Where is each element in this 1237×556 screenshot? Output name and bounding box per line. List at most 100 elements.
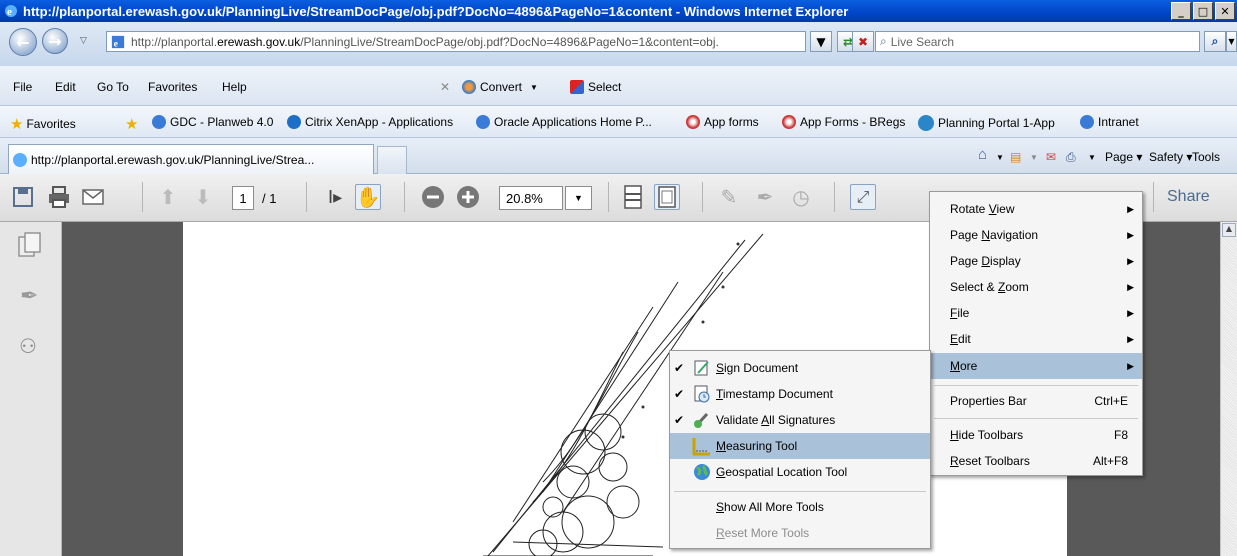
hand-tool-icon[interactable]: ✋ — [355, 184, 381, 210]
print-dropdown-icon[interactable]: ▼ — [1088, 153, 1096, 162]
menu-item-measuring-tool[interactable]: Measuring Tool — [670, 433, 930, 459]
label-accelerator: M — [950, 359, 960, 373]
page-thumbnails-icon[interactable] — [18, 232, 42, 261]
menu-item-show-all-more-tools[interactable]: Show All More Tools — [670, 494, 930, 520]
zoom-out-icon[interactable] — [420, 184, 446, 210]
menu-item-file[interactable]: File ▶ — [930, 300, 1142, 326]
print-icon[interactable] — [46, 184, 72, 210]
label-accelerator: R — [950, 454, 959, 468]
expand-icon[interactable]: ⤢ — [850, 184, 876, 210]
feeds-dropdown-icon[interactable]: ▼ — [1030, 153, 1038, 162]
maximize-button[interactable]: □ — [1193, 2, 1213, 20]
home-icon[interactable]: ⌂ — [978, 146, 987, 163]
magnifier-icon: ⌕ — [1211, 34, 1219, 48]
forward-button[interactable]: → — [42, 28, 68, 54]
menu-file[interactable]: File — [13, 80, 32, 94]
internet-explorer-icon: e — [5, 5, 17, 18]
scroll-up-arrow-icon[interactable]: ▲ — [1222, 223, 1236, 237]
next-page-icon[interactable]: ⬇ — [190, 184, 216, 210]
mail-icon[interactable]: ✉ — [1046, 150, 1056, 164]
fav-planning-portal[interactable]: Planning Portal 1-App — [918, 115, 1055, 131]
menu-item-geospatial-location-tool[interactable]: Geospatial Location Tool — [670, 459, 930, 485]
menu-item-reset-toolbars[interactable]: Reset Toolbars Alt+F8 — [930, 448, 1142, 474]
menu-edit[interactable]: Edit — [55, 80, 76, 94]
close-window-button[interactable]: ✕ — [1215, 2, 1235, 20]
page-number-input[interactable]: 1 — [232, 186, 254, 210]
url-domain: erewash.gov.uk — [217, 34, 301, 49]
submenu-arrow-icon: ▶ — [1127, 255, 1134, 266]
fav-app-forms-bregs[interactable]: App Forms - BRegs — [782, 115, 905, 129]
page-menu-label: Page — [1105, 150, 1134, 164]
tab-title: http://planportal.erewash.gov.uk/Plannin… — [31, 152, 315, 167]
address-dropdown-button[interactable]: ▼ — [810, 31, 832, 52]
convert-button[interactable]: Convert ▼ — [462, 80, 538, 94]
menu-item-reset-more-tools: Reset More Tools — [670, 520, 930, 546]
menu-separator — [934, 385, 1138, 386]
page-total: / 1 — [262, 191, 277, 206]
select-button[interactable]: Select — [570, 80, 621, 94]
timestamp-icon[interactable]: ◷ — [788, 184, 814, 210]
zoom-in-icon[interactable] — [455, 184, 481, 210]
search-go-button[interactable]: ⌕ — [1204, 31, 1226, 52]
fav-label: Planning Portal 1-App — [938, 116, 1055, 130]
save-icon[interactable] — [10, 184, 36, 210]
label-part: ide Toolbars — [958, 428, 1024, 442]
menu-item-properties-bar[interactable]: Properties Bar Ctrl+E — [930, 388, 1142, 414]
menu-item-hide-toolbars[interactable]: Hide Toolbars F8 — [930, 422, 1142, 448]
previous-page-icon[interactable]: ⬆ — [155, 184, 181, 210]
feeds-icon[interactable]: ▤ — [1010, 150, 1021, 164]
share-button[interactable]: Share — [1167, 188, 1210, 206]
fit-width-icon[interactable] — [620, 184, 646, 210]
sign-document-icon[interactable]: ✎ — [716, 184, 742, 210]
stop-icon: ✖ — [857, 34, 869, 49]
zoom-dropdown-button[interactable]: ▼ — [565, 186, 592, 210]
home-dropdown-icon[interactable]: ▼ — [996, 153, 1004, 162]
favorites-button[interactable]: ★ Favorites — [10, 115, 76, 133]
validate-signatures-icon[interactable]: ✒ — [752, 184, 778, 210]
menu-item-timestamp-document[interactable]: ✔ Timestamp Document — [670, 381, 930, 407]
fav-gdc-planweb[interactable]: GDC - Planweb 4.0 — [152, 115, 273, 129]
menu-help[interactable]: Help — [222, 80, 247, 94]
submenu-arrow-icon: ▶ — [1127, 203, 1134, 214]
attachments-icon[interactable]: ✒ — [20, 284, 38, 309]
add-favorite-button[interactable]: ★ — [125, 115, 138, 133]
email-icon[interactable] — [80, 184, 106, 210]
vertical-scrollbar[interactable]: ▲ — [1220, 222, 1237, 556]
menu-item-more[interactable]: More ▶ — [930, 353, 1142, 379]
menu-item-select-zoom[interactable]: Select & Zoom ▶ — [930, 274, 1142, 300]
close-toolbar-icon[interactable]: ✕ — [440, 80, 450, 94]
menu-item-rotate-view[interactable]: Rotate View ▶ — [930, 196, 1142, 222]
submenu-arrow-icon: ▶ — [1127, 333, 1134, 344]
fav-app-forms[interactable]: App forms — [686, 115, 759, 129]
search-binoculars-icon[interactable]: ⚇ — [19, 334, 37, 358]
fit-page-icon[interactable] — [654, 184, 680, 210]
back-button[interactable]: ← — [9, 28, 37, 56]
menu-item-page-display[interactable]: Page Display ▶ — [930, 248, 1142, 274]
tab-active[interactable]: http://planportal.erewash.gov.uk/Plannin… — [8, 144, 374, 174]
search-options-button[interactable]: ▼ — [1226, 31, 1237, 52]
menu-item-page-navigation[interactable]: Page Navigation ▶ — [930, 222, 1142, 248]
fav-citrix[interactable]: Citrix XenApp - Applications — [287, 115, 453, 129]
live-search-input[interactable]: ⌕ Live Search — [875, 31, 1200, 52]
tools-menu[interactable]: Tools — [1192, 150, 1220, 164]
address-bar[interactable]: e http://planportal. erewash.gov.uk/Plann… — [106, 31, 806, 52]
minimize-button[interactable]: _ — [1171, 2, 1191, 20]
menu-favorites[interactable]: Favorites — [148, 80, 197, 94]
safety-menu[interactable]: Safety ▾ — [1149, 150, 1192, 164]
print-icon[interactable]: ⎙ — [1066, 150, 1076, 165]
zoom-level-input[interactable]: 20.8% — [499, 186, 563, 210]
menu-item-sign-document[interactable]: ✔ Sign Document — [670, 355, 930, 381]
menu-item-validate-signatures[interactable]: ✔ Validate All Signatures — [670, 407, 930, 433]
fav-intranet[interactable]: Intranet — [1080, 115, 1139, 129]
stop-button[interactable]: ✖ — [852, 31, 874, 52]
menu-go-to[interactable]: Go To — [97, 80, 129, 94]
new-tab-button[interactable] — [377, 146, 407, 174]
menu-item-label: Page Navigation — [950, 228, 1038, 242]
menu-item-edit[interactable]: Edit ▶ — [930, 326, 1142, 352]
menu-item-shortcut: F8 — [1113, 428, 1128, 442]
convert-label: Convert — [480, 80, 523, 94]
history-dropdown-icon[interactable]: ▽ — [80, 36, 87, 46]
select-text-icon[interactable]: I▸ — [322, 184, 348, 210]
page-menu[interactable]: Page ▾ — [1105, 150, 1142, 164]
fav-oracle[interactable]: Oracle Applications Home P... — [476, 115, 652, 129]
